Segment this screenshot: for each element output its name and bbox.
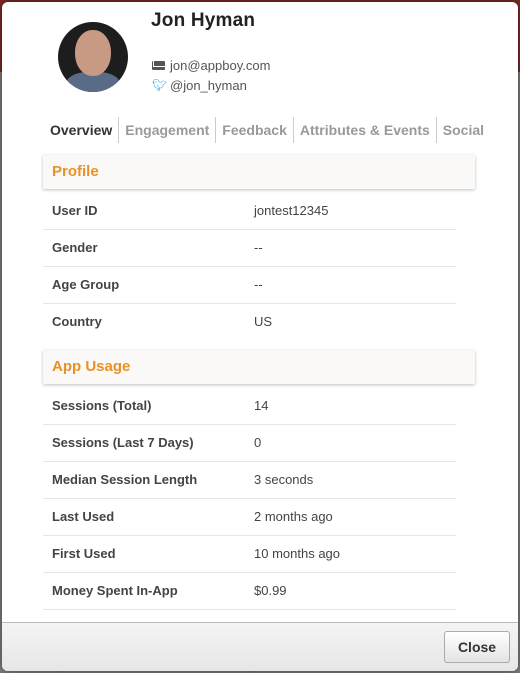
profile-tabs: Overview Engagement Feedback Attributes … (44, 117, 490, 143)
profile-header: Jon Hyman jon@appboy.com 🐦︎ @jon_hyman (2, 2, 518, 112)
email-contact[interactable]: jon@appboy.com (152, 58, 270, 73)
table-row: Last Used 2 months ago (43, 498, 456, 536)
avatar-face (75, 30, 111, 76)
row-value: -- (254, 240, 263, 255)
twitter-handle[interactable]: @jon_hyman (170, 78, 247, 93)
row-value: -- (254, 277, 263, 292)
table-row: Country US (43, 303, 456, 340)
twitter-bird-icon: 🐦︎ (152, 78, 168, 92)
avatar (58, 22, 128, 92)
row-value: US (254, 314, 273, 329)
table-row: Median Session Length 3 seconds (43, 461, 456, 499)
row-label: Sessions (Total) (52, 398, 152, 413)
section-title: App Usage (52, 358, 131, 375)
tab-overview[interactable]: Overview (44, 117, 120, 143)
tab-social[interactable]: Social (437, 117, 490, 143)
modal-footer: Close (2, 622, 518, 671)
envelope-icon (152, 61, 165, 70)
row-value: $0.99 (254, 583, 287, 598)
user-profile-modal: Jon Hyman jon@appboy.com 🐦︎ @jon_hyman O… (2, 2, 518, 671)
row-label: Median Session Length (52, 472, 198, 487)
table-row: Sessions (Last 7 Days) 0 (43, 424, 456, 462)
table-row: Gender -- (43, 229, 456, 267)
row-label: Country (52, 314, 102, 329)
row-value: 10 months ago (254, 546, 341, 561)
row-value: 3 seconds (254, 472, 314, 487)
table-row: User ID jontest12345 (43, 192, 456, 230)
user-name: Jon Hyman (151, 10, 256, 31)
row-label: First Used (52, 546, 116, 561)
tab-engagement[interactable]: Engagement (119, 117, 217, 143)
table-row: Age Group -- (43, 266, 456, 304)
row-label: Last Used (52, 509, 115, 524)
tab-feedback[interactable]: Feedback (216, 117, 294, 143)
row-value: 0 (254, 435, 262, 450)
section-header-app-usage: App Usage (43, 350, 475, 384)
row-label: Gender (52, 240, 98, 255)
tab-attributes-events[interactable]: Attributes & Events (294, 117, 437, 143)
table-row: Sessions (Total) 14 (43, 387, 456, 425)
email-text[interactable]: jon@appboy.com (170, 58, 270, 73)
profile-content[interactable]: Profile User ID jontest12345 Gender -- A… (2, 152, 518, 622)
row-value: 14 (254, 398, 269, 413)
twitter-contact[interactable]: 🐦︎ @jon_hyman (152, 78, 247, 93)
close-button[interactable]: Close (444, 631, 510, 663)
row-label: Sessions (Last 7 Days) (52, 435, 194, 450)
row-label: User ID (52, 203, 98, 218)
section-title: Profile (52, 163, 99, 180)
table-row: Money Spent In-App $0.99 (43, 572, 456, 610)
row-label: Age Group (52, 277, 120, 292)
row-value: jontest12345 (254, 203, 329, 218)
row-value: 2 months ago (254, 509, 333, 524)
row-label: Money Spent In-App (52, 583, 178, 598)
section-header-profile: Profile (43, 155, 475, 189)
table-row: First Used 10 months ago (43, 535, 456, 573)
